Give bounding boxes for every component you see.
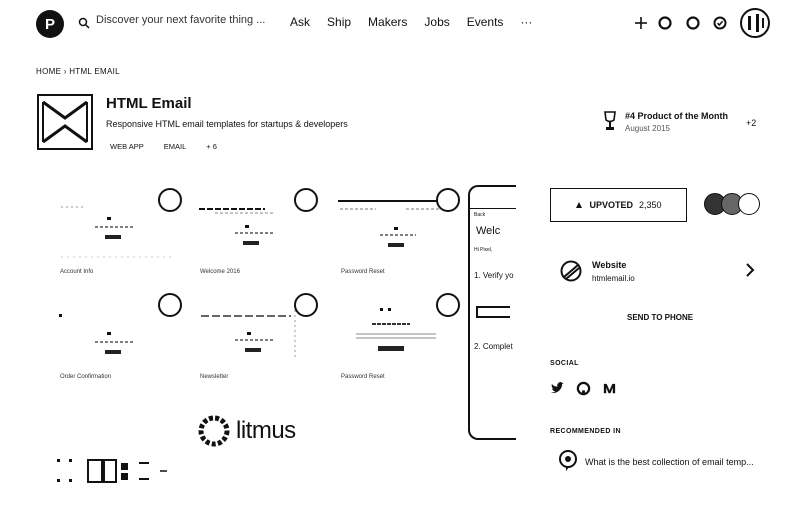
card-label: Account Info [60, 269, 94, 275]
gallery-card[interactable]: Account Info [55, 195, 177, 287]
nav-more[interactable]: ··· [520, 15, 532, 29]
litmus-brand: litmus [198, 415, 296, 447]
thumbnail-strip[interactable] [55, 457, 175, 485]
badge-icon[interactable] [713, 16, 727, 30]
plus-icon[interactable] [634, 16, 648, 30]
avatar[interactable] [740, 8, 770, 38]
tag-web-app[interactable]: WEB APP [106, 140, 148, 153]
upvote-count: 2,350 [638, 200, 662, 210]
upvoter-avatar [738, 193, 760, 215]
recommended-heading: RECOMMENDED IN [550, 428, 621, 435]
upvoter-avatars[interactable] [704, 193, 760, 215]
twitter-icon[interactable] [550, 381, 565, 396]
phone-step-1: 1. Verify yo [474, 271, 514, 280]
card-label: Password Reset [341, 269, 385, 275]
gallery-select-circle[interactable] [294, 293, 318, 317]
circle-icon[interactable] [686, 16, 700, 30]
main-nav: Ask Ship Makers Jobs Events ··· [290, 15, 532, 29]
bell-icon[interactable] [658, 16, 672, 30]
gallery-card[interactable]: Order Confirmation [55, 300, 177, 392]
github-icon[interactable] [576, 381, 591, 396]
card-label: Welcome 2016 [200, 269, 240, 275]
search-input[interactable]: Discover your next favorite thing ... [96, 14, 265, 26]
award-more[interactable]: +2 [746, 118, 756, 128]
award-title[interactable]: #4 Product of the Month [625, 111, 728, 121]
phone-greeting: Hi Pixel, [474, 247, 493, 253]
topic-tags: WEB APP EMAIL + 6 [106, 140, 221, 153]
gallery-select-circle[interactable] [158, 188, 182, 212]
phone-mockup[interactable]: Back Welc Hi Pixel, 1. Verify yo 2. Comp… [468, 185, 516, 440]
social-heading: SOCIAL [550, 360, 579, 367]
breadcrumb[interactable]: HOME › HTML EMAIL [36, 67, 120, 76]
card-label: Password Reset [341, 374, 385, 380]
card-label: Order Confirmation [60, 374, 112, 380]
website-url[interactable]: htmlemail.io [592, 274, 635, 283]
logo-letter: P [44, 15, 55, 33]
upvote-arrow-icon [576, 202, 583, 208]
upvote-button[interactable]: UPVOTED 2,350 [550, 188, 687, 222]
medium-icon[interactable] [602, 381, 617, 396]
logo[interactable]: P [36, 10, 64, 38]
chevron-right-icon[interactable] [744, 262, 756, 278]
website-label[interactable]: Website [592, 260, 626, 270]
gallery-select-circle[interactable] [436, 188, 460, 212]
card-label: Newsletter [200, 374, 229, 380]
nav-ask[interactable]: Ask [290, 15, 310, 29]
gallery-select-circle[interactable] [158, 293, 182, 317]
product-tagline: Responsive HTML email templates for star… [106, 119, 348, 129]
nav-events[interactable]: Events [467, 15, 504, 29]
tag-email[interactable]: EMAIL [160, 140, 191, 153]
product-thumbnail [37, 94, 93, 150]
tag-more[interactable]: + 6 [202, 140, 221, 153]
litmus-logo-icon [198, 415, 230, 447]
website-icon [560, 260, 582, 282]
phone-back-link: Back [474, 212, 486, 218]
gallery-select-circle[interactable] [294, 188, 318, 212]
page-title: HTML Email [106, 95, 192, 112]
nav-ship[interactable]: Ship [327, 15, 351, 29]
discussion-icon [559, 450, 577, 471]
search-icon [78, 17, 90, 29]
trophy-icon [604, 111, 616, 130]
recommended-item[interactable]: What is the best collection of email tem… [585, 457, 754, 467]
phone-heading: Welc [476, 225, 501, 237]
litmus-wordmark: litmus [236, 417, 296, 444]
gallery-select-circle[interactable] [436, 293, 460, 317]
upvote-label: UPVOTED [589, 200, 633, 210]
nav-jobs[interactable]: Jobs [424, 15, 449, 29]
phone-step-2: 2. Complet [474, 342, 513, 351]
award-date: August 2015 [625, 124, 670, 133]
nav-makers[interactable]: Makers [368, 15, 407, 29]
send-to-phone-button[interactable]: SEND TO PHONE [627, 313, 693, 322]
